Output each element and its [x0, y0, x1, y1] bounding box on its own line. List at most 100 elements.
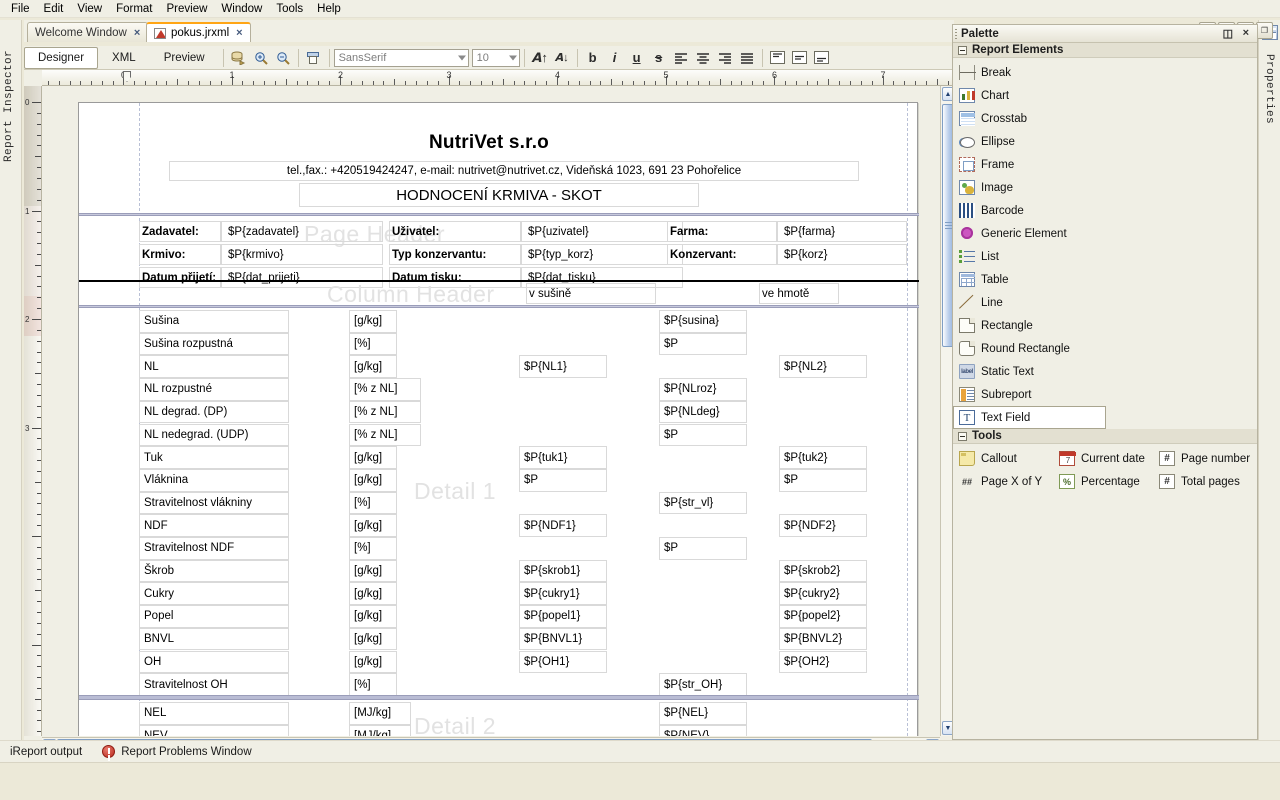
- maximize-tab-button[interactable]: ❐: [1256, 22, 1273, 39]
- detail-row-name[interactable]: Sušina rozpustná: [139, 332, 289, 356]
- detail-row-unit[interactable]: [%]: [349, 537, 397, 560]
- valign-bottom-icon[interactable]: [811, 48, 833, 68]
- menu-edit[interactable]: Edit: [37, 2, 71, 16]
- detail-row-name[interactable]: NL degrad. (DP): [139, 400, 289, 424]
- horizontal-ruler[interactable]: 01234567: [42, 70, 954, 86]
- palette-item-chart[interactable]: Chart: [953, 84, 1106, 107]
- tab-pokus-jrxml[interactable]: pokus.jrxml ×: [146, 22, 251, 42]
- palette-section-tools[interactable]: Tools: [953, 429, 1257, 444]
- ireport-output-button[interactable]: iReport output: [0, 746, 92, 758]
- close-icon[interactable]: ×: [236, 27, 242, 39]
- detail-value-column-a[interactable]: $P{popel1}: [519, 605, 607, 628]
- report-page[interactable]: NutriVet s.r.o tel.,fax.: +420519424247,…: [78, 102, 919, 736]
- detail-value-column-c[interactable]: $P: [779, 468, 867, 492]
- palette-item-image[interactable]: Image: [953, 176, 1106, 199]
- detail-value-column-b[interactable]: $P{NLdeg}: [659, 400, 747, 424]
- margin-marker[interactable]: [123, 71, 131, 82]
- minimize-icon[interactable]: ◫: [1223, 27, 1233, 40]
- detail-row-unit[interactable]: [g/kg]: [349, 355, 397, 379]
- detail-row-unit[interactable]: [g/kg]: [349, 605, 397, 628]
- detail-value-column-a[interactable]: $P{NL1}: [519, 355, 607, 379]
- design-canvas[interactable]: NutriVet s.r.o tel.,fax.: +420519424247,…: [42, 86, 940, 736]
- palette-item-list[interactable]: List: [953, 245, 1106, 268]
- detail-row-unit[interactable]: [g/kg]: [349, 446, 397, 469]
- detail-value-column-c[interactable]: $P{BNVL2}: [779, 627, 867, 651]
- palette-item-line[interactable]: Line: [953, 291, 1106, 314]
- detail-value-column-c[interactable]: $P{tuk2}: [779, 446, 867, 469]
- info-value-field[interactable]: $P{farma}: [777, 221, 907, 242]
- detail-row-name[interactable]: NL rozpustné: [139, 378, 289, 401]
- zoom-out-icon[interactable]: [272, 48, 294, 68]
- menu-format[interactable]: Format: [109, 2, 159, 16]
- font-family-select[interactable]: SansSerif: [333, 48, 469, 67]
- underline-button[interactable]: u: [626, 48, 648, 68]
- detail-row-name[interactable]: BNVL: [139, 627, 289, 651]
- info-label[interactable]: Datum tisku:: [389, 267, 521, 288]
- strikethrough-button[interactable]: s: [648, 48, 670, 68]
- info-label[interactable]: Zadavatel:: [139, 221, 221, 242]
- palette-item-barcode[interactable]: Barcode: [953, 199, 1106, 222]
- detail-row-name[interactable]: Sušina: [139, 310, 289, 333]
- column-header-dry[interactable]: v sušině: [526, 283, 656, 304]
- info-label[interactable]: Konzervant:: [667, 244, 777, 265]
- detail-value-column-b[interactable]: $P{str_vl}: [659, 491, 747, 515]
- palette-section-report-elements[interactable]: Report Elements: [953, 43, 1257, 58]
- tab-welcome-window[interactable]: Welcome Window ×: [27, 22, 149, 42]
- valign-top-icon[interactable]: [767, 48, 789, 68]
- menu-view[interactable]: View: [70, 2, 109, 16]
- align-right-icon[interactable]: [714, 48, 736, 68]
- info-label[interactable]: Farma:: [667, 221, 777, 242]
- detail-row-unit[interactable]: [% z NL]: [349, 378, 421, 401]
- detail-row-unit[interactable]: [g/kg]: [349, 514, 397, 537]
- detail-value-column-a[interactable]: $P: [519, 468, 607, 492]
- bold-button[interactable]: b: [582, 48, 604, 68]
- detail-row-unit[interactable]: [MJ/kg]: [349, 702, 411, 725]
- detail-value-column-a[interactable]: $P{cukry1}: [519, 582, 607, 606]
- info-label[interactable]: Krmivo:: [139, 244, 221, 265]
- detail-row-unit[interactable]: [g/kg]: [349, 468, 397, 492]
- menu-help[interactable]: Help: [310, 2, 348, 16]
- menu-preview[interactable]: Preview: [160, 2, 215, 16]
- detail-row-name[interactable]: Stravitelnost NDF: [139, 537, 289, 560]
- tab-designer[interactable]: Designer: [24, 46, 99, 69]
- dataset-icon[interactable]: [228, 48, 250, 68]
- menu-file[interactable]: File: [4, 2, 37, 16]
- info-value-field[interactable]: $P{dat_prijeti}: [221, 267, 383, 288]
- detail-row-unit[interactable]: [%]: [349, 491, 397, 515]
- detail-row-name[interactable]: OH: [139, 650, 289, 674]
- menu-window[interactable]: Window: [214, 2, 269, 16]
- detail-value-column-b[interactable]: $P{NEL}: [659, 702, 747, 725]
- report-contact[interactable]: tel.,fax.: +420519424247, e-mail: nutriv…: [169, 161, 859, 181]
- band-separator-detail-1[interactable]: [79, 695, 919, 700]
- report-problems-button[interactable]: Report Problems Window: [92, 745, 261, 758]
- palette-item-break[interactable]: Break: [953, 61, 1106, 84]
- detail-row-unit[interactable]: [g/kg]: [349, 559, 397, 583]
- align-center-icon[interactable]: [692, 48, 714, 68]
- detail-row-name[interactable]: Tuk: [139, 446, 289, 469]
- info-label[interactable]: Typ konzervantu:: [389, 244, 521, 265]
- band-separator-page-header[interactable]: [79, 213, 919, 216]
- palette-item-round-rectangle[interactable]: Round Rectangle: [953, 337, 1106, 360]
- detail-row-name[interactable]: NL: [139, 355, 289, 379]
- detail-value-column-b[interactable]: $P: [659, 332, 747, 356]
- info-value-field[interactable]: $P{typ_korz}: [521, 244, 683, 265]
- detail-row-name[interactable]: Vláknina: [139, 468, 289, 492]
- palette-item-rectangle[interactable]: Rectangle: [953, 314, 1106, 337]
- detail-row-unit[interactable]: [g/kg]: [349, 582, 397, 606]
- detail-row-name[interactable]: Cukry: [139, 582, 289, 606]
- report-inspector-tab[interactable]: Report Inspector: [3, 50, 15, 162]
- detail-row-unit[interactable]: [% z NL]: [349, 400, 421, 424]
- drag-handle-icon[interactable]: [955, 29, 957, 39]
- palette-item-callout[interactable]: Callout: [953, 447, 1053, 470]
- detail-value-column-b[interactable]: $P: [659, 537, 747, 560]
- detail-row-name[interactable]: NL nedegrad. (UDP): [139, 423, 289, 447]
- detail-value-column-c[interactable]: $P{cukry2}: [779, 582, 867, 606]
- palette-item-ellipse[interactable]: Ellipse: [953, 130, 1106, 153]
- palette-item-subreport[interactable]: Subreport: [953, 383, 1106, 406]
- band-separator-column-header[interactable]: [79, 305, 919, 308]
- palette-item-total-pages[interactable]: # Total pages: [1153, 470, 1253, 493]
- palette-item-page-number[interactable]: # Page number: [1153, 447, 1253, 470]
- tab-xml[interactable]: XML: [98, 47, 150, 69]
- tab-preview[interactable]: Preview: [150, 47, 219, 69]
- info-value-field[interactable]: $P{krmivo}: [221, 244, 383, 265]
